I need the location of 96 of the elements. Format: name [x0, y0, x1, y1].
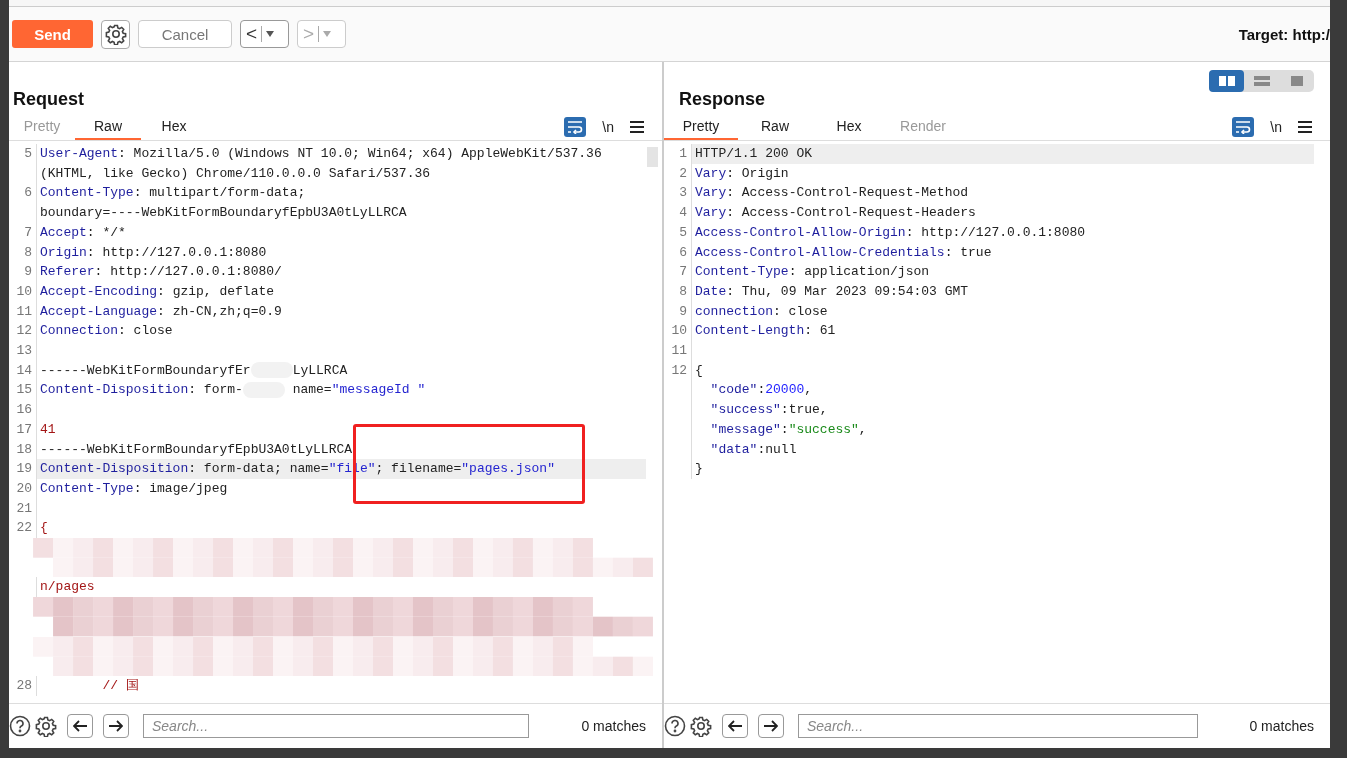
line-number: 18 [9, 439, 37, 460]
search-field[interactable]: Search... [143, 714, 529, 738]
code-line: Vary: Origin [694, 164, 790, 183]
line-number: 10 [664, 321, 692, 342]
wrap-lines-icon [567, 120, 584, 134]
settings-icon[interactable] [690, 715, 712, 737]
search-field[interactable]: Search... [798, 714, 1198, 738]
line-number: 11 [664, 341, 692, 361]
single-layout-icon [1288, 76, 1305, 86]
line-number: 28 [9, 675, 37, 696]
code-line: Content-Disposition: form- name="messageId " [39, 381, 427, 400]
match-count: 0 matches [1249, 718, 1314, 734]
line-number: 12 [664, 360, 692, 479]
code-line: n/pages [39, 578, 96, 597]
line-number: 2 [664, 163, 692, 184]
code-line: Vary: Access-Control-Request-Headers [694, 204, 977, 223]
code-line: Content-Type: application/json [694, 263, 931, 282]
line-number: 3 [664, 183, 692, 204]
arrow-left-icon [728, 720, 742, 732]
line-number: 20 [9, 478, 37, 499]
dropdown-caret-icon[interactable] [266, 31, 275, 37]
settings-icon [104, 23, 127, 45]
help-icon[interactable] [664, 715, 686, 737]
code-line: Access-Control-Allow-Origin: http://127.0.0.1:8080 [694, 223, 1087, 242]
layout-button[interactable] [1209, 70, 1244, 92]
code-line: connection: close [694, 302, 829, 321]
newline-toggle[interactable]: \n [1270, 119, 1282, 135]
view-tab[interactable]: Pretty [664, 114, 738, 140]
target-label: Target: http:/ [1238, 25, 1330, 43]
code-line: User-Agent: Mozilla/5.0 (Windows NT 10.0; Win64; x64) AppleWebKit/537.36 (KHTML, like Gecko) Chrome/110.0.0.0 Safari/537.36 [39, 145, 603, 183]
match-count: 0 matches [581, 718, 646, 734]
line-number: 4 [664, 203, 692, 223]
help-icon[interactable] [9, 715, 31, 737]
line-number: 9 [9, 262, 37, 282]
wrap-toggle[interactable] [1232, 117, 1255, 137]
code-line: Access-Control-Allow-Credentials: true [694, 243, 993, 262]
line-number: 16 [9, 400, 37, 420]
line-number: 5 [664, 222, 692, 243]
view-tab[interactable]: Hex [812, 114, 886, 140]
code-line: ------WebKitFormBoundaryfEr LyLLRCA [39, 361, 349, 381]
view-tab[interactable]: Raw [738, 114, 812, 140]
menu-icon[interactable] [1298, 121, 1312, 133]
columns-layout-icon [1218, 76, 1235, 86]
line-number: 15 [9, 380, 37, 401]
cancel-button[interactable]: Cancel [138, 20, 232, 48]
line-number: 9 [664, 301, 692, 322]
code-line: Referer: http://127.0.0.1:8080/ [39, 263, 283, 282]
code-line: Content-Type: image/jpeg [39, 479, 229, 498]
line-number: 11 [9, 301, 37, 322]
line-number: 10 [9, 281, 37, 302]
scrollbar-thumb[interactable] [647, 147, 658, 167]
code-line: Content-Length: 61 [694, 322, 837, 341]
settings-icon[interactable] [35, 715, 57, 737]
view-tab[interactable]: Raw [75, 114, 141, 140]
line-number: 8 [9, 242, 37, 263]
settings-button[interactable] [101, 19, 130, 49]
line-number: 6 [664, 242, 692, 263]
code-line: // 国 [101, 676, 140, 695]
code-line: Date: Thu, 09 Mar 2023 09:54:03 GMT [694, 282, 970, 301]
code-line: Content-Type: multipart/form-data; boundary=----WebKitFormBoundaryfEpbU3A0tLyLLRCA [39, 184, 408, 223]
view-tab[interactable]: Hex [141, 114, 207, 140]
wrap-toggle[interactable] [564, 117, 587, 137]
code-line: 41 [39, 420, 57, 439]
line-number: 8 [664, 281, 692, 302]
arrow-right-icon [109, 720, 123, 732]
wrap-lines-icon [1235, 120, 1252, 134]
line-number: 12 [9, 321, 37, 342]
code-line: Origin: http://127.0.0.1:8080 [39, 243, 268, 262]
line-number: 5 [9, 144, 37, 184]
code-line: ------WebKitFormBoundaryfEpbU3A0tLyLLRCA [39, 440, 354, 459]
pane-title: Request [13, 89, 84, 111]
code-line: { [39, 519, 49, 538]
line-number: 7 [664, 262, 692, 282]
newline-toggle[interactable]: \n [602, 119, 614, 135]
arrow-right-icon [764, 720, 778, 732]
previous-button[interactable] [67, 714, 93, 738]
code-line: Accept: */* [39, 223, 127, 242]
previous-button[interactable] [722, 714, 748, 738]
back-button[interactable]: < [240, 20, 289, 48]
line-number: 13 [9, 341, 37, 361]
line-number: 6 [9, 183, 37, 223]
line-number: 7 [9, 222, 37, 243]
code-line: { "code":20000, "success":true, "message":"success", "data":null } [694, 361, 868, 479]
line-number: 14 [9, 360, 37, 381]
code-line: Connection: close [39, 322, 174, 341]
line-number: 21 [9, 498, 37, 519]
code-line: Accept-Encoding: gzip, deflate [39, 282, 276, 301]
next-button[interactable] [758, 714, 784, 738]
line-number: 17 [9, 419, 37, 440]
menu-icon[interactable] [630, 121, 644, 133]
pane-title: Response [679, 89, 766, 111]
next-button[interactable] [103, 714, 129, 738]
code-line: Vary: Access-Control-Request-Method [694, 184, 970, 203]
code-line: Accept-Language: zh-CN,zh;q=0.9 [39, 302, 283, 321]
arrow-left-icon [73, 720, 87, 732]
rows-layout-icon [1253, 76, 1270, 86]
